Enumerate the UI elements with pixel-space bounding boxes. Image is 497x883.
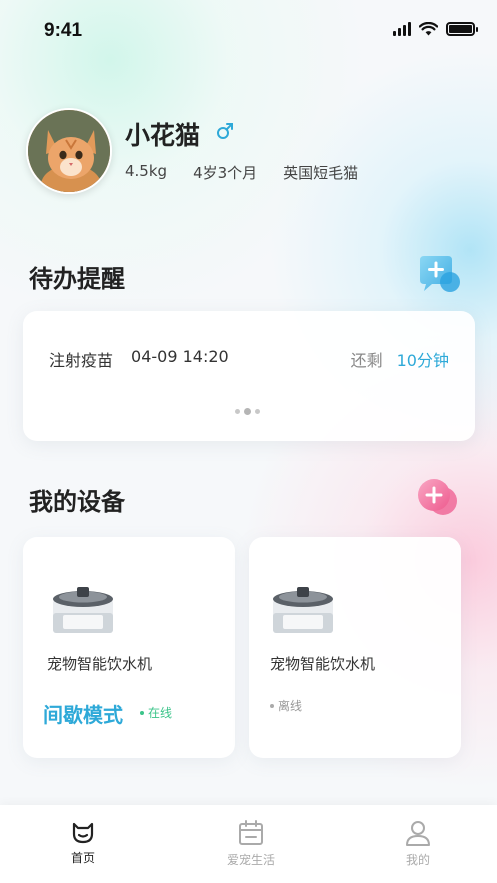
todo-remain-value: 10分钟 (396, 351, 449, 370)
device-mode[interactable]: 间歇模式 (43, 699, 123, 728)
device-status-offline: 离线 (270, 697, 302, 714)
tab-mine-label: 我的 (405, 853, 430, 867)
status-bar: 9:41 (0, 0, 497, 60)
device-status-online: 在线 (140, 704, 172, 721)
todo-remain-label: 还剩 (350, 351, 383, 370)
device-name: 宠物智能饮水机 (270, 655, 376, 673)
tab-pet-life[interactable]: 爱宠生活 (206, 819, 296, 868)
water-fountain-icon (273, 587, 333, 633)
device-status-text: 在线 (148, 706, 173, 720)
tab-mine[interactable]: 我的 (373, 819, 463, 868)
online-dot-icon (140, 710, 144, 715)
male-gender-icon (216, 122, 234, 144)
status-icons (393, 22, 478, 36)
wifi-icon (419, 22, 438, 36)
battery-icon (446, 22, 478, 36)
tab-bar: 首页 爱宠生活 我的 (0, 805, 497, 883)
status-time: 9:41 (44, 20, 83, 41)
pet-avatar[interactable] (26, 108, 112, 194)
pet-profile[interactable]: 小花猫 4.5kg 4岁3个月 英国短毛猫 (26, 108, 466, 194)
device-card[interactable]: 宠物智能饮水机 离线 (249, 537, 461, 758)
add-chat-icon (420, 256, 460, 292)
device-card[interactable]: 宠物智能饮水机 间歇模式 在线 (23, 537, 235, 758)
pet-age: 4岁3个月 (193, 164, 258, 182)
signal-icon (393, 22, 411, 36)
devices-section-title: 我的设备 (29, 488, 125, 516)
offline-dot-icon (270, 703, 274, 708)
pet-breed: 英国短毛猫 (283, 164, 359, 182)
add-plus-icon (418, 479, 457, 515)
cat-photo-icon (28, 110, 110, 192)
todo-card[interactable]: 注射疫苗 04-09 14:20 还剩 10分钟 (23, 311, 475, 441)
pager-dots (235, 408, 260, 415)
device-status-text: 离线 (278, 699, 303, 713)
tab-home-label: 首页 (70, 851, 95, 865)
add-todo-button[interactable] (414, 254, 460, 294)
pet-weight: 4.5kg (125, 162, 168, 180)
todo-remain: 还剩 10分钟 (351, 347, 449, 371)
todo-section-title: 待办提醒 (29, 265, 125, 293)
add-device-button[interactable] (412, 476, 458, 516)
pet-name: 小花猫 (125, 121, 201, 150)
tab-home[interactable]: 首页 (38, 819, 128, 866)
todo-item: 注射疫苗 04-09 14:20 (49, 347, 229, 371)
water-fountain-icon (53, 587, 113, 633)
pet-meta: 4.5kg 4岁3个月 英国短毛猫 (125, 162, 358, 183)
todo-item-datetime: 04-09 14:20 (131, 347, 229, 366)
user-icon (406, 821, 430, 846)
pet-home-icon (72, 822, 94, 844)
device-name: 宠物智能饮水机 (47, 655, 153, 673)
todo-item-name: 注射疫苗 (49, 351, 114, 370)
calendar-icon (239, 820, 263, 845)
tab-pet-life-label: 爱宠生活 (226, 853, 275, 867)
